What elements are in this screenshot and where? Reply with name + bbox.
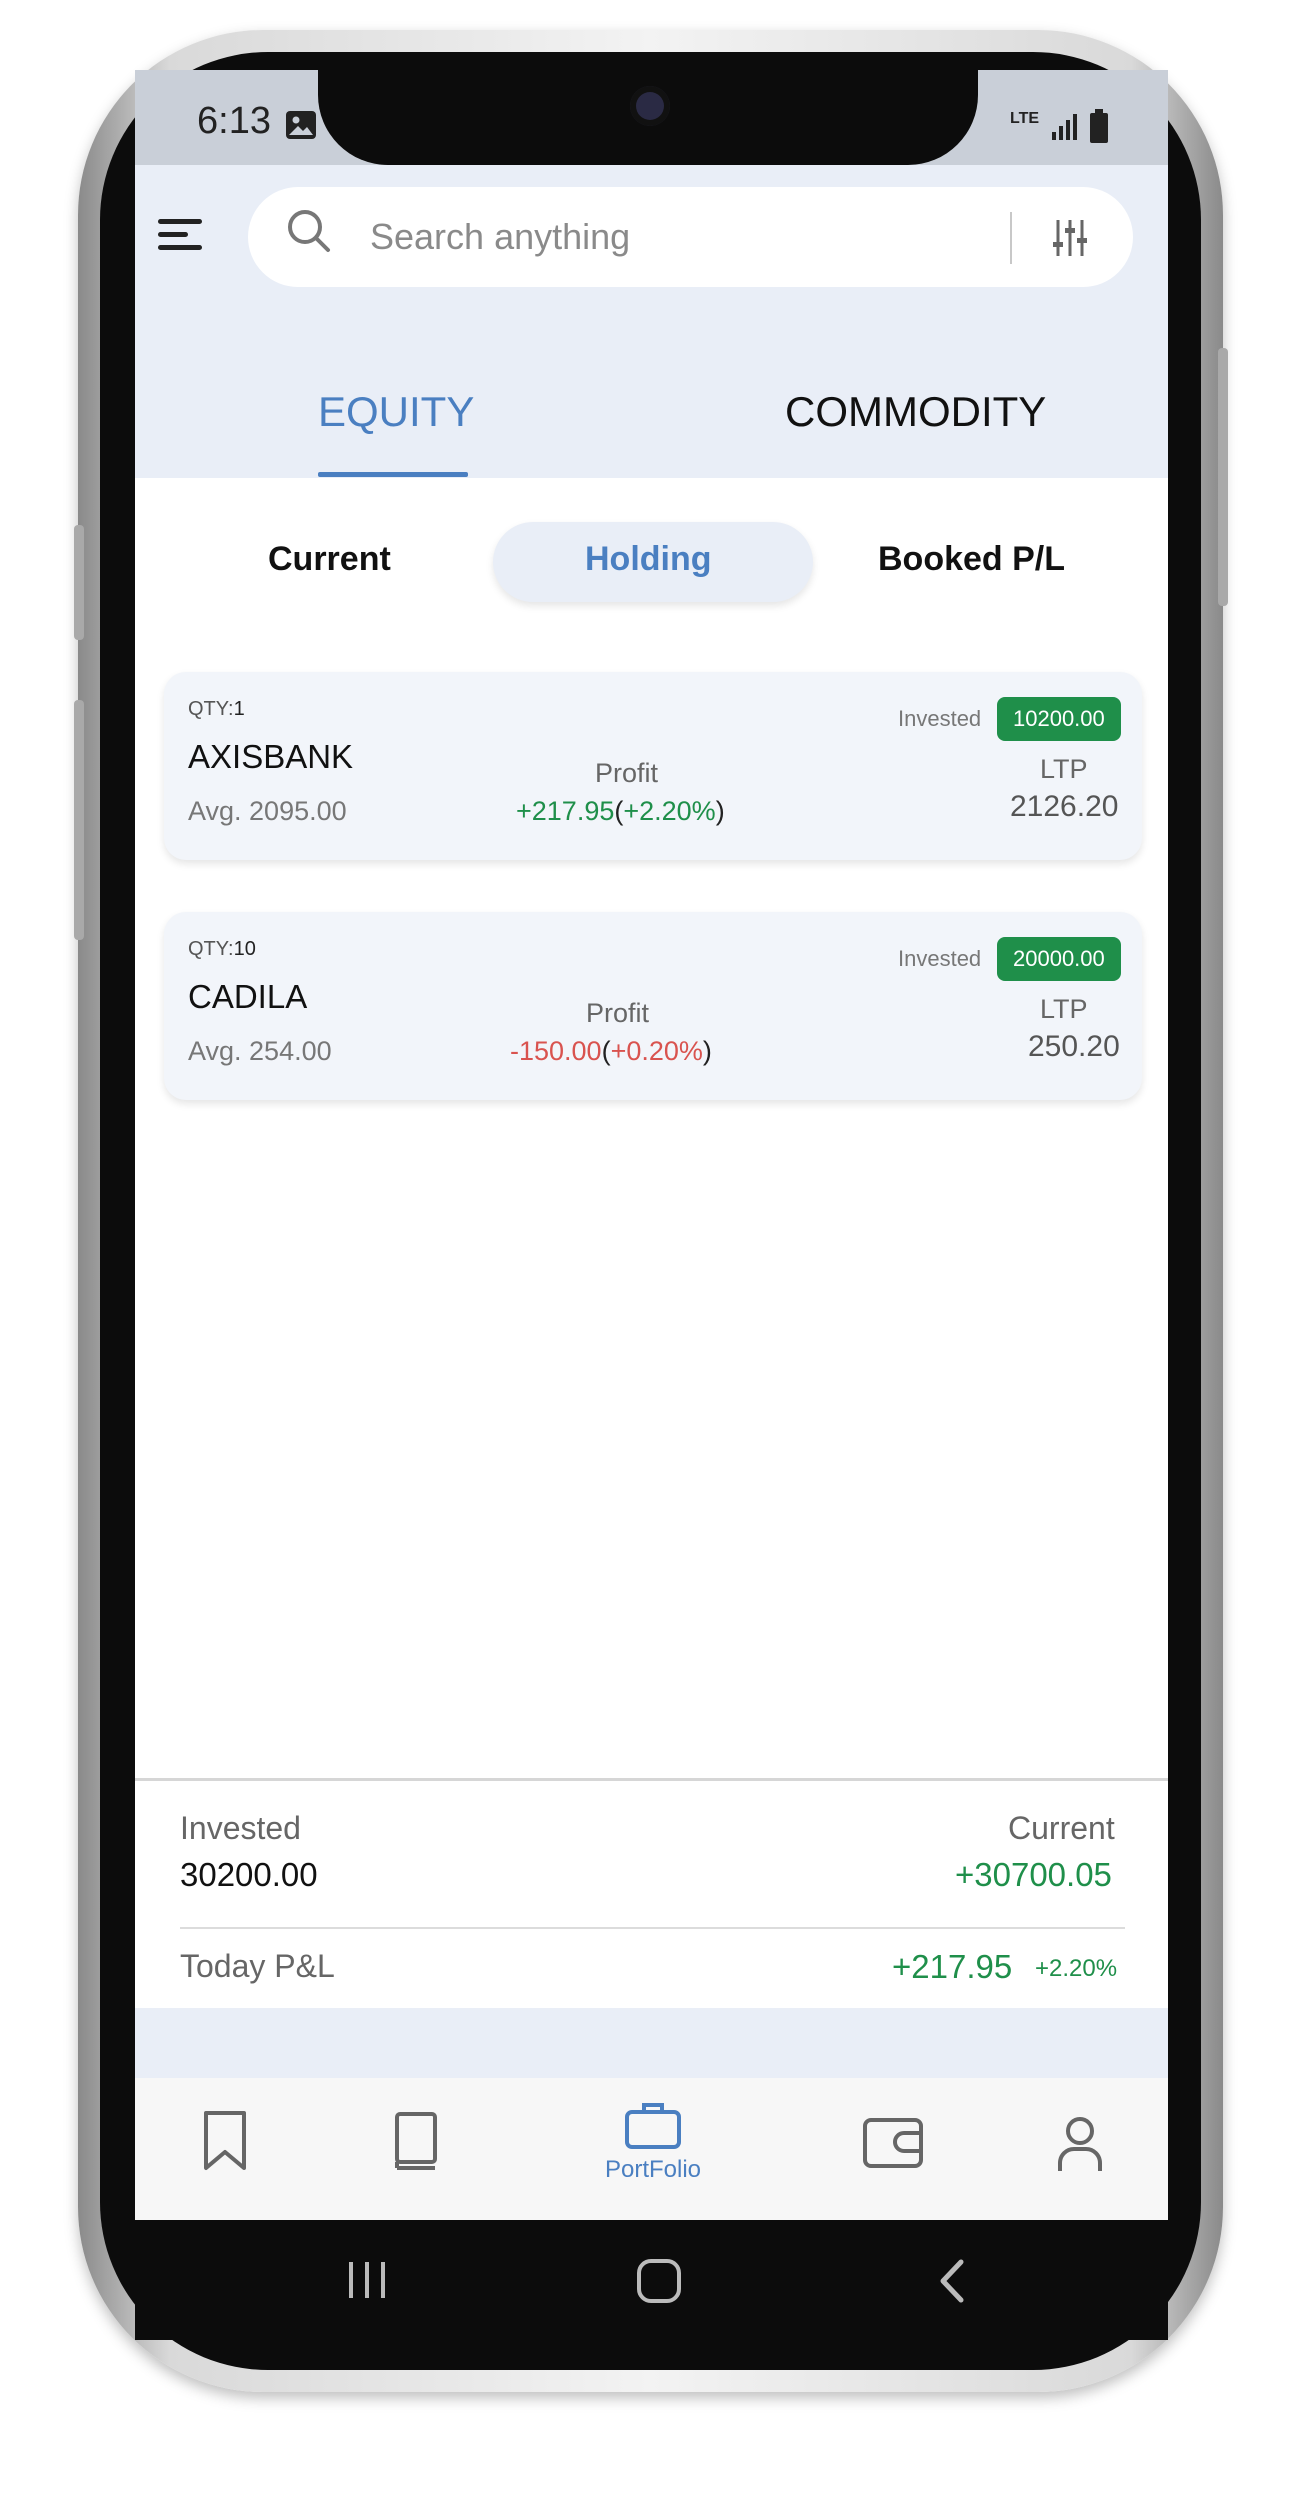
- today-pl-percent: +2.20%: [1035, 1955, 1118, 1982]
- holding-card[interactable]: [164, 912, 1142, 1100]
- recent-apps-icon[interactable]: [345, 2258, 389, 2302]
- invested-label: Invested: [898, 946, 982, 971]
- profit-label: Profit: [586, 998, 650, 1028]
- ltp-value: 2126.20: [1010, 790, 1119, 823]
- holding-qty: QTY:1: [188, 698, 245, 720]
- filter-sliders-icon[interactable]: [1052, 218, 1088, 258]
- segment-current[interactable]: Current: [268, 540, 391, 579]
- user-icon: [1058, 2117, 1102, 2171]
- today-pl-value: +217.95: [892, 1948, 1013, 1985]
- holding-symbol: AXISBANK: [188, 738, 354, 775]
- front-camera: [630, 86, 670, 126]
- nav-funds[interactable]: [862, 2117, 924, 2172]
- profit-label: Profit: [595, 758, 659, 788]
- bookmark-icon: [204, 2111, 246, 2170]
- tab-commodity[interactable]: COMMODITY: [785, 388, 1046, 436]
- volume-down-button: [74, 700, 84, 940]
- summary-invested-value: 30200.00: [180, 1856, 318, 1893]
- tab-equity[interactable]: EQUITY: [318, 388, 474, 436]
- network-type-label: LTE: [1010, 110, 1040, 127]
- summary-invested-label: Invested: [180, 1810, 301, 1846]
- profit-value: -150.00(+0.20%): [510, 1036, 712, 1066]
- battery-icon: [1090, 109, 1108, 143]
- signal-indicators: LTE: [968, 108, 1118, 148]
- briefcase-icon: [625, 2103, 681, 2149]
- holding-qty: QTY:10: [188, 938, 256, 960]
- summary-current-label: Current: [1008, 1810, 1115, 1846]
- search-divider: [1010, 212, 1012, 264]
- summary-current-value: +30700.05: [955, 1856, 1112, 1893]
- ltp-label: LTP: [1040, 754, 1088, 784]
- nav-portfolio[interactable]: PortFolio: [598, 2100, 708, 2210]
- search-input[interactable]: Search anything: [370, 216, 630, 258]
- summary-band: [135, 2008, 1168, 2078]
- invested-badge: 10200.00: [997, 697, 1121, 741]
- power-button: [1218, 348, 1228, 606]
- gallery-icon: [286, 111, 316, 139]
- menu-button[interactable]: [158, 215, 208, 255]
- signal-strength-icon: [1052, 114, 1077, 140]
- profit-value: +217.95(+2.20%): [516, 796, 725, 826]
- ltp-label: LTP: [1040, 994, 1088, 1024]
- holding-symbol: CADILA: [188, 978, 308, 1015]
- summary-divider: [180, 1927, 1125, 1929]
- holding-avg-price: Avg. 2095.00: [188, 796, 347, 826]
- home-icon[interactable]: [636, 2258, 682, 2304]
- nav-portfolio-label: PortFolio: [604, 2156, 702, 2183]
- volume-up-button: [74, 525, 84, 640]
- segment-booked-pl[interactable]: Booked P/L: [878, 540, 1065, 579]
- tab-active-indicator: [318, 472, 468, 477]
- status-time: 6:13: [197, 100, 271, 142]
- search-icon: [288, 210, 330, 252]
- ltp-value: 250.20: [1028, 1030, 1120, 1063]
- today-pl-label: Today P&L: [180, 1948, 335, 1984]
- invested-label: Invested: [898, 706, 982, 731]
- summary-separator: [135, 1778, 1168, 1781]
- nav-orders[interactable]: [393, 2112, 443, 2178]
- back-icon[interactable]: [935, 2258, 969, 2304]
- holding-avg-price: Avg. 254.00: [188, 1036, 332, 1066]
- segment-holding[interactable]: Holding: [585, 540, 712, 579]
- nav-watchlist[interactable]: [200, 2110, 260, 2180]
- nav-profile[interactable]: [1056, 2115, 1106, 2175]
- invested-badge: 20000.00: [997, 937, 1121, 981]
- book-icon: [395, 2112, 437, 2170]
- menu-icon: [158, 215, 208, 255]
- wallet-icon: [863, 2118, 923, 2168]
